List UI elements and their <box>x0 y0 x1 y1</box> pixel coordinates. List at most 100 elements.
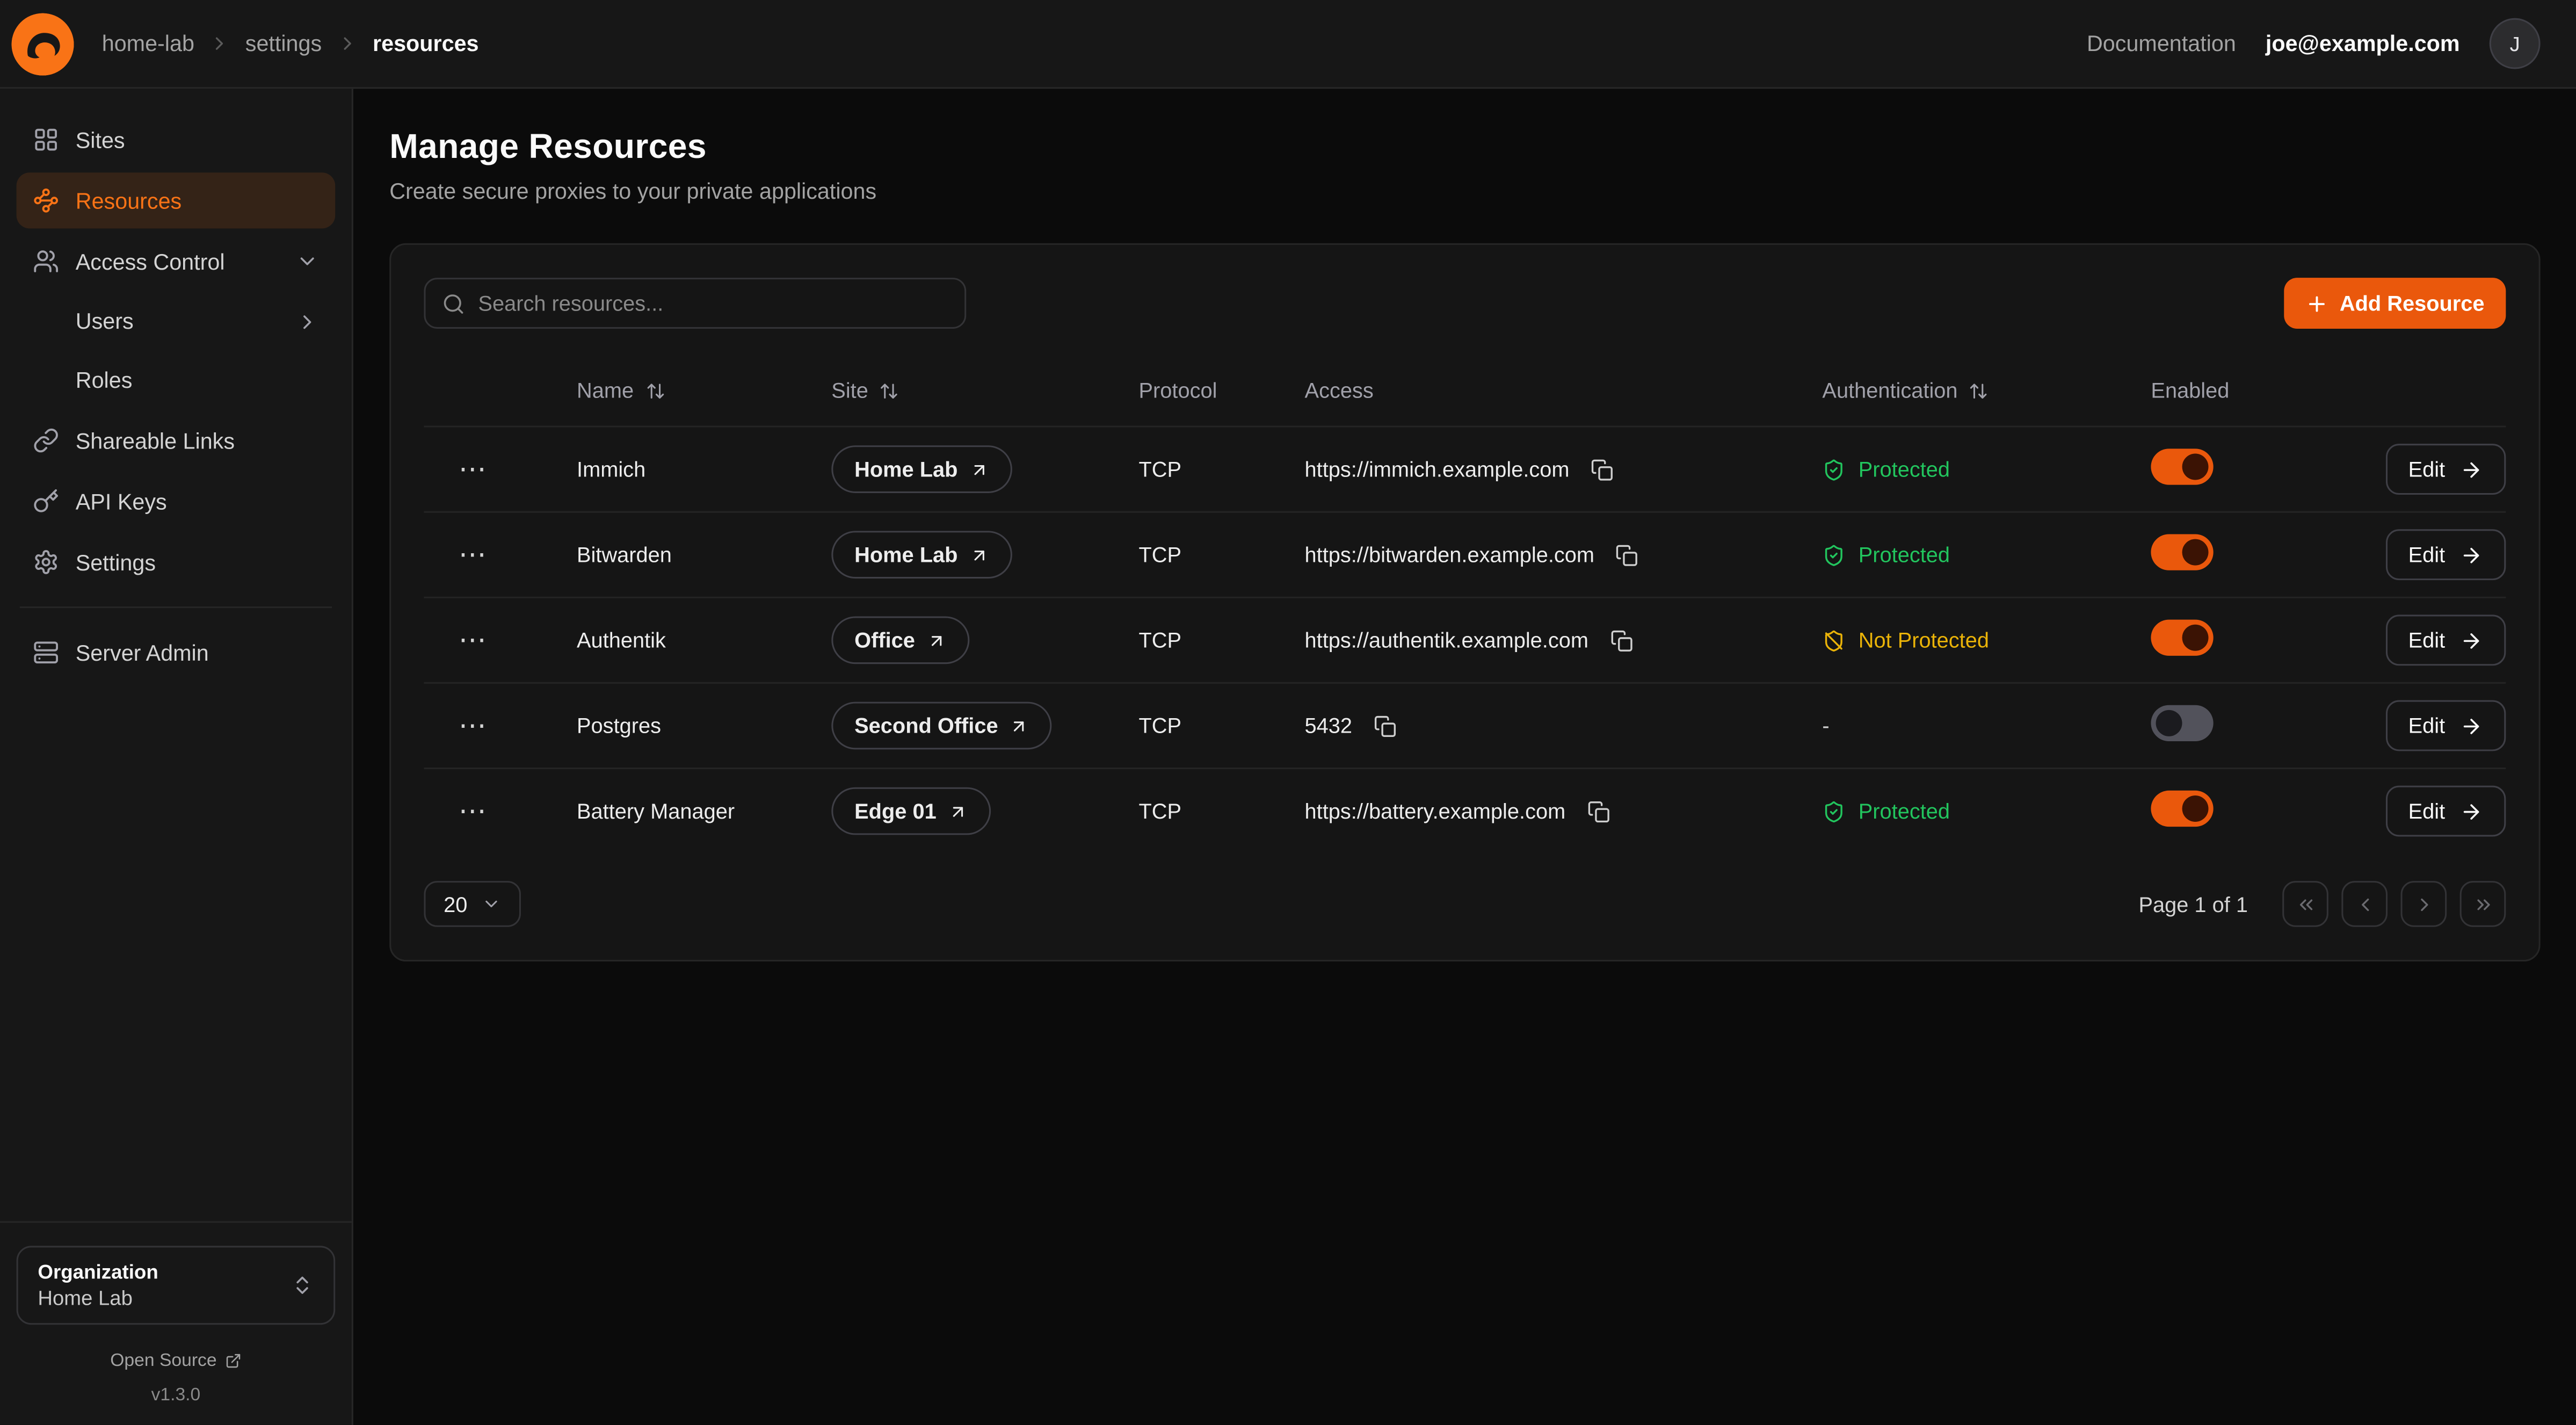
chevrons-up-down-icon <box>291 1274 314 1297</box>
copy-icon[interactable] <box>1370 711 1400 740</box>
topbar-right: Documentation joe@example.com J <box>2087 18 2541 69</box>
column-header-authentication[interactable]: Authentication <box>1822 378 2151 403</box>
site-link[interactable]: Second Office <box>831 702 1052 750</box>
sidebar-item-users[interactable]: Users <box>17 294 336 349</box>
table-row: ⋯ Postgres Second Office TCP 5432 - <box>424 682 2506 768</box>
arrow-right-icon <box>2460 543 2483 566</box>
sidebar-footer: Organization Home Lab Open Source v1.3.0 <box>0 1221 352 1406</box>
breadcrumb-settings[interactable]: settings <box>245 31 322 56</box>
resource-name: Immich <box>577 457 831 482</box>
enabled-toggle[interactable] <box>2151 449 2213 484</box>
breadcrumb-org[interactable]: home-lab <box>102 31 194 56</box>
resource-access-url[interactable]: https://battery.example.com <box>1305 799 1566 823</box>
enabled-toggle[interactable] <box>2151 705 2213 741</box>
table-toolbar: Add Resource <box>424 278 2506 329</box>
page-info: Page 1 of 1 <box>2138 892 2247 916</box>
arrow-right-icon <box>2460 628 2483 652</box>
row-menu-button[interactable]: ⋯ <box>448 625 498 655</box>
previous-page-button[interactable] <box>2341 881 2388 927</box>
resource-access-url[interactable]: https://immich.example.com <box>1305 457 1570 482</box>
row-menu-button[interactable]: ⋯ <box>448 711 498 740</box>
enabled-toggle[interactable] <box>2151 620 2213 656</box>
sidebar-item-api-keys[interactable]: API Keys <box>17 473 336 529</box>
server-icon <box>33 639 59 666</box>
arrow-right-icon <box>2460 714 2483 737</box>
copy-icon[interactable] <box>1607 625 1636 655</box>
documentation-link[interactable]: Documentation <box>2087 31 2236 56</box>
site-link[interactable]: Edge 01 <box>831 787 990 835</box>
external-link-icon <box>948 801 968 821</box>
page-title: Manage Resources <box>389 128 2540 168</box>
sidebar-item-resources[interactable]: Resources <box>17 172 336 228</box>
resource-name: Bitwarden <box>577 542 831 567</box>
resource-access-url[interactable]: https://bitwarden.example.com <box>1305 542 1594 567</box>
last-page-button[interactable] <box>2460 881 2506 927</box>
page-size-select[interactable]: 20 <box>424 881 521 927</box>
pagination: Page 1 of 1 <box>2138 881 2506 927</box>
open-source-link[interactable]: Open Source <box>17 1351 336 1371</box>
copy-icon[interactable] <box>1584 797 1613 826</box>
add-resource-button[interactable]: Add Resource <box>2284 278 2506 329</box>
avatar[interactable]: J <box>2490 18 2541 69</box>
sidebar-item-roles[interactable]: Roles <box>17 353 336 408</box>
gear-icon <box>33 549 59 575</box>
column-header-enabled: Enabled <box>2151 378 2376 403</box>
chevron-right-icon <box>296 310 319 333</box>
sidebar-item-settings[interactable]: Settings <box>17 534 336 590</box>
sort-icon <box>1969 380 1989 400</box>
external-link-icon <box>969 459 989 479</box>
resource-protocol: TCP <box>1139 713 1305 738</box>
copy-icon[interactable] <box>1613 540 1642 569</box>
site-link[interactable]: Office <box>831 616 969 664</box>
table-row: ⋯ Bitwarden Home Lab TCP https://bitward… <box>424 511 2506 597</box>
sidebar-item-label: Access Control <box>76 249 225 274</box>
column-header-site[interactable]: Site <box>831 378 1138 403</box>
resource-name: Postgres <box>577 713 831 738</box>
version-label: v1.3.0 <box>17 1385 336 1405</box>
column-header-name[interactable]: Name <box>577 378 831 403</box>
resource-access-port[interactable]: 5432 <box>1305 713 1352 738</box>
edit-button[interactable]: Edit <box>2385 700 2506 751</box>
site-link[interactable]: Home Lab <box>831 445 1012 493</box>
auth-status: - <box>1822 713 2151 738</box>
chevron-right-icon <box>337 33 358 54</box>
breadcrumb: home-lab settings resources <box>102 31 479 56</box>
link-icon <box>33 428 59 454</box>
user-email[interactable]: joe@example.com <box>2266 31 2460 56</box>
first-page-button[interactable] <box>2282 881 2328 927</box>
app-logo-icon[interactable] <box>11 12 74 75</box>
table-row: ⋯ Battery Manager Edge 01 TCP https://ba… <box>424 768 2506 853</box>
resource-protocol: TCP <box>1139 628 1305 653</box>
site-link[interactable]: Home Lab <box>831 531 1012 578</box>
external-link-icon <box>225 1352 242 1369</box>
copy-icon[interactable] <box>1587 454 1617 484</box>
sidebar-nav: Sites Resources Access Control <box>17 112 336 1221</box>
organization-label: Organization <box>38 1261 291 1284</box>
row-menu-button[interactable]: ⋯ <box>448 454 498 484</box>
page-subtitle: Create secure proxies to your private ap… <box>389 179 2540 204</box>
row-menu-button[interactable]: ⋯ <box>448 797 498 826</box>
arrow-right-icon <box>2460 458 2483 481</box>
resource-access-url[interactable]: https://authentik.example.com <box>1305 628 1588 653</box>
sidebar-item-label: Sites <box>76 127 125 152</box>
external-link-icon <box>1010 716 1029 736</box>
column-header-access: Access <box>1305 378 1823 403</box>
sidebar-item-server-admin[interactable]: Server Admin <box>17 625 336 681</box>
sidebar-item-shareable-links[interactable]: Shareable Links <box>17 413 336 468</box>
search-input[interactable] <box>424 278 966 329</box>
edit-button[interactable]: Edit <box>2385 614 2506 666</box>
resource-protocol: TCP <box>1139 542 1305 567</box>
sidebar-item-sites[interactable]: Sites <box>17 112 336 168</box>
sidebar: Sites Resources Access Control <box>0 89 353 1425</box>
sidebar-item-access-control[interactable]: Access Control <box>17 234 336 290</box>
enabled-toggle[interactable] <box>2151 534 2213 570</box>
organization-selector[interactable]: Organization Home Lab <box>17 1246 336 1325</box>
next-page-button[interactable] <box>2401 881 2447 927</box>
edit-button[interactable]: Edit <box>2385 786 2506 837</box>
edit-button[interactable]: Edit <box>2385 529 2506 580</box>
edit-button[interactable]: Edit <box>2385 444 2506 495</box>
row-menu-button[interactable]: ⋯ <box>448 540 498 569</box>
sidebar-divider <box>20 606 332 608</box>
auth-status: Protected <box>1822 799 2151 823</box>
enabled-toggle[interactable] <box>2151 791 2213 827</box>
